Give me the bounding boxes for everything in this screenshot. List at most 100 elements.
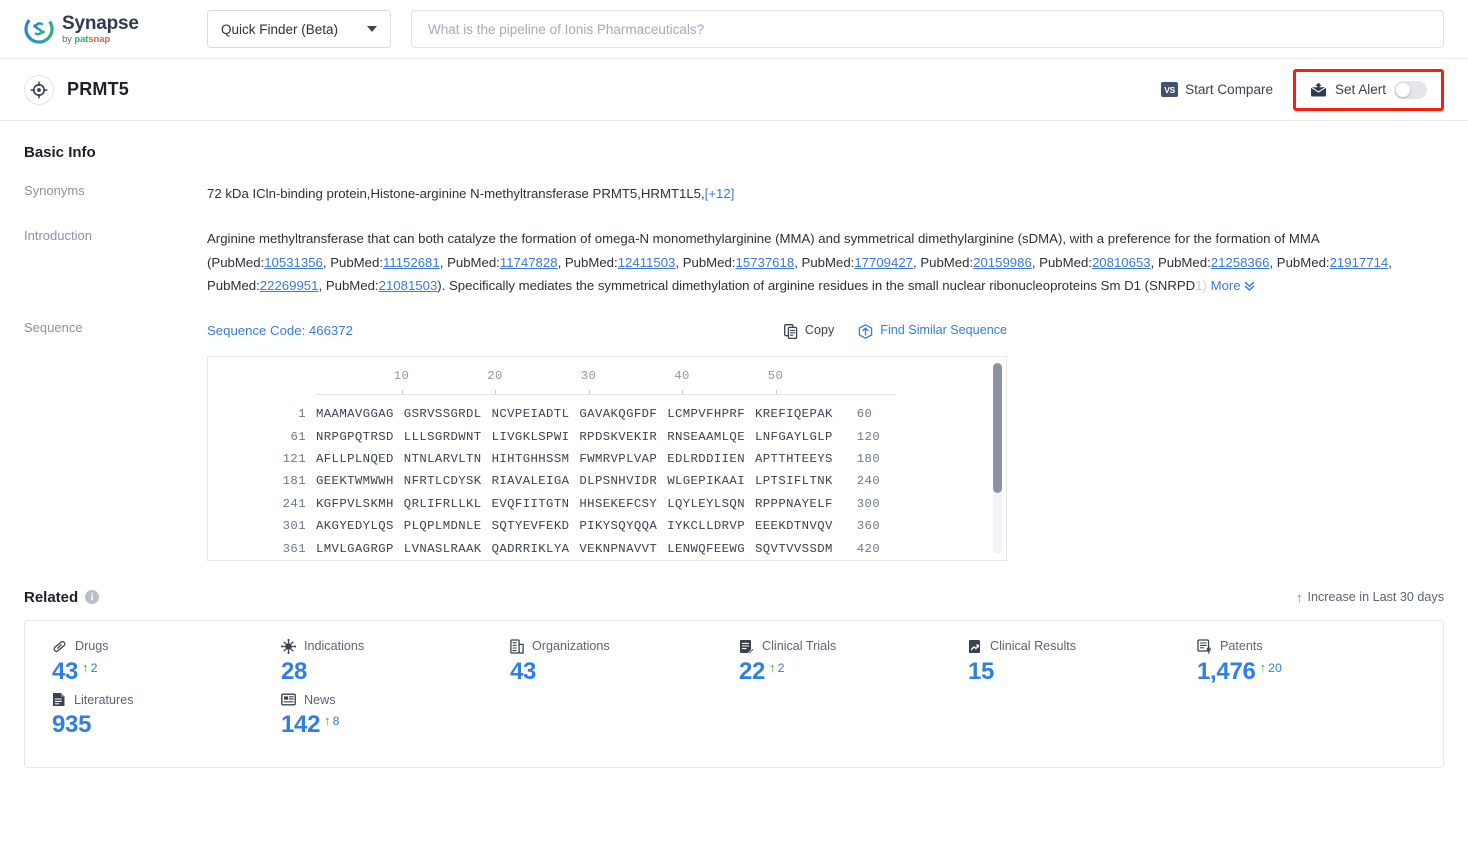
sequence-chunk: LQYLEYLSQN: [667, 496, 745, 511]
pubmed-link[interactable]: 17709427: [854, 255, 913, 270]
stat-value[interactable]: 935: [52, 712, 91, 737]
search-input[interactable]: [426, 11, 1429, 47]
top-bar: Synapse by patsnap Quick Finder (Beta): [0, 0, 1468, 59]
chevron-double-down-icon: [1243, 279, 1256, 292]
sequence-ruler-line: [316, 389, 896, 395]
sequence-chunk: DLPSNHVIDR: [579, 474, 658, 489]
start-compare-button[interactable]: VS Start Compare: [1161, 82, 1273, 97]
stat-organizations[interactable]: Organizations 43: [483, 639, 712, 684]
pubmed-link[interactable]: 21258366: [1211, 255, 1270, 270]
sequence-chunk: APTTHTEEYS: [754, 452, 833, 467]
synonyms-label: Synonyms: [24, 183, 85, 198]
pubmed-link[interactable]: 21917714: [1330, 255, 1389, 270]
stat-value-wrap: 142 ↑ 8: [281, 712, 483, 737]
arrow-up-icon: ↑: [769, 659, 776, 675]
stat-news[interactable]: News 142 ↑ 8: [254, 692, 483, 738]
pubmed-prefix: PubMed:: [1157, 254, 1211, 270]
synonyms-more-link[interactable]: [+12]: [705, 186, 735, 201]
sequence-row-line: 121 AFLLPLNQED NTNLARVLTN HIHTGHHSSM FWMRVPL…: [208, 449, 1006, 471]
stat-delta-value: 2: [90, 660, 98, 675]
stat-indications[interactable]: Indications 28: [254, 638, 483, 684]
stat-value[interactable]: 28: [281, 659, 307, 684]
ruler-tick-mark: [401, 389, 403, 394]
quick-finder-dropdown[interactable]: Quick Finder (Beta): [207, 10, 391, 48]
sequence-chunk: EEEKDTNVQV: [754, 519, 833, 534]
pubmed-link[interactable]: 21081503: [379, 278, 438, 293]
introduction-label: Introduction: [24, 227, 92, 243]
stat-drugs[interactable]: Drugs 43 ↑ 2: [25, 639, 254, 684]
info-icon[interactable]: i: [85, 590, 100, 605]
pubmed-separator: ,: [1388, 254, 1392, 270]
sequence-row-line: 61 NRPGPQTRSD LLLSGRDWNT LIVGKLSPWI RPDSKVEK…: [208, 426, 1006, 448]
sequence-header: Sequence Code: 466372 Copy Find Similar …: [207, 319, 1007, 343]
sequence-chunk: IYKCLLDRVP: [667, 519, 745, 534]
scrollbar-thumb[interactable]: [993, 362, 1002, 493]
copy-sequence-button[interactable]: Copy: [783, 319, 835, 343]
pubmed-link[interactable]: 11747828: [500, 255, 558, 270]
stat-patents[interactable]: Patents 1,476 ↑ 20: [1170, 639, 1399, 684]
stat-label: Organizations: [532, 639, 610, 654]
stat-literatures[interactable]: Literatures 935: [25, 692, 254, 738]
stat-value[interactable]: 1,476: [1197, 659, 1256, 684]
sequence-residues: LMVLGAGRGP LVNASLRAAK QADRRIKLYA VEKNPNAVVT…: [306, 538, 833, 560]
stat-clinical-results[interactable]: Clinical Results 15: [941, 639, 1170, 684]
toggle-knob: [1396, 82, 1410, 97]
sequence-chunk: RPDSKVEKIR: [579, 429, 658, 444]
ruler-tick-mark: [775, 389, 777, 394]
stat-header: Indications: [281, 638, 483, 654]
pubmed-link[interactable]: 11152681: [383, 255, 440, 270]
literature-icon: [52, 692, 66, 707]
pubmed-prefix: PubMed:: [801, 254, 855, 270]
stat-header: Clinical Trials: [739, 639, 941, 654]
find-similar-label: Find Similar Sequence: [880, 323, 1007, 338]
sequence-label: Sequence: [24, 320, 83, 336]
stat-value[interactable]: 43: [510, 659, 536, 684]
sequence-chunk: NCVPEIADTL: [491, 407, 570, 422]
logo-pat: pat: [74, 33, 89, 45]
introduction-more-button[interactable]: More: [1211, 278, 1256, 293]
pubmed-link[interactable]: 10531356: [264, 255, 323, 270]
stat-value[interactable]: 43: [52, 659, 78, 684]
stat-value-wrap: 1,476 ↑ 20: [1197, 659, 1399, 684]
sequence-chunk: NRPGPQTRSD: [316, 429, 394, 444]
sequence-start-index: 361: [282, 541, 306, 556]
pubmed-separator: ,: [439, 254, 448, 270]
pubmed-separator: ,: [318, 278, 326, 294]
set-alert-toggle[interactable]: [1394, 80, 1427, 99]
sequence-chunk: HHSEKEFCSY: [579, 496, 658, 511]
pubmed-link[interactable]: 20810653: [1092, 255, 1151, 270]
sequence-chunk: KGFPVLSKMH: [316, 496, 394, 511]
pubmed-link[interactable]: 12411503: [618, 255, 676, 270]
stat-delta: ↑ 8: [324, 712, 339, 729]
app-logo[interactable]: Synapse by patsnap: [24, 14, 164, 45]
copy-label: Copy: [804, 323, 835, 338]
sequence-viewer[interactable]: 10 20 30 40 50 1 MAAMAVGGAG GSRVSSGRDL NCVPEIAD…: [207, 355, 1007, 561]
stat-value[interactable]: 142: [281, 712, 320, 737]
sequence-row-line: 301 AKGYEDYLQS PLQPLMDNLE SQTYEVFEKD PIKYSQY…: [208, 516, 1006, 538]
introduction-text-part1: Arginine methyltransferase that can both…: [207, 230, 1319, 246]
pubmed-link[interactable]: 15737618: [736, 255, 795, 270]
sequence-chunk: MAAMAVGGAG: [316, 407, 394, 422]
sequence-end-index: 180: [856, 452, 881, 467]
find-similar-sequence-button[interactable]: Find Similar Sequence: [858, 319, 1007, 343]
search-box[interactable]: [411, 10, 1444, 48]
stat-header: Drugs: [52, 639, 254, 654]
pubmed-prefix: PubMed:: [447, 254, 500, 270]
set-alert-control[interactable]: Set Alert: [1292, 68, 1444, 111]
stat-value[interactable]: 15: [968, 659, 994, 684]
sequence-ruler: 10 20 30 40 50: [208, 369, 1006, 391]
pubmed-link[interactable]: 22269951: [260, 278, 319, 293]
sequence-scrollbar[interactable]: [993, 362, 1002, 554]
pubmed-prefix: PubMed:: [325, 278, 379, 294]
stat-value-wrap: 43: [510, 659, 712, 684]
pubmed-separator: ,: [1150, 254, 1158, 270]
stat-clinical-trials[interactable]: Clinical Trials 22 ↑ 2: [712, 639, 941, 684]
sequence-code[interactable]: Sequence Code: 466372: [207, 319, 353, 343]
sequence-chunk: GAVAKQGFDF: [579, 407, 658, 422]
logo-snap: snap: [88, 33, 111, 45]
stat-value[interactable]: 22: [739, 659, 765, 684]
pubmed-link[interactable]: 20159986: [973, 255, 1032, 270]
sequence-end-index: 120: [856, 429, 881, 444]
sequence-chunk: LIVGKLSPWI: [491, 429, 570, 444]
ruler-tick: 50: [767, 369, 784, 384]
